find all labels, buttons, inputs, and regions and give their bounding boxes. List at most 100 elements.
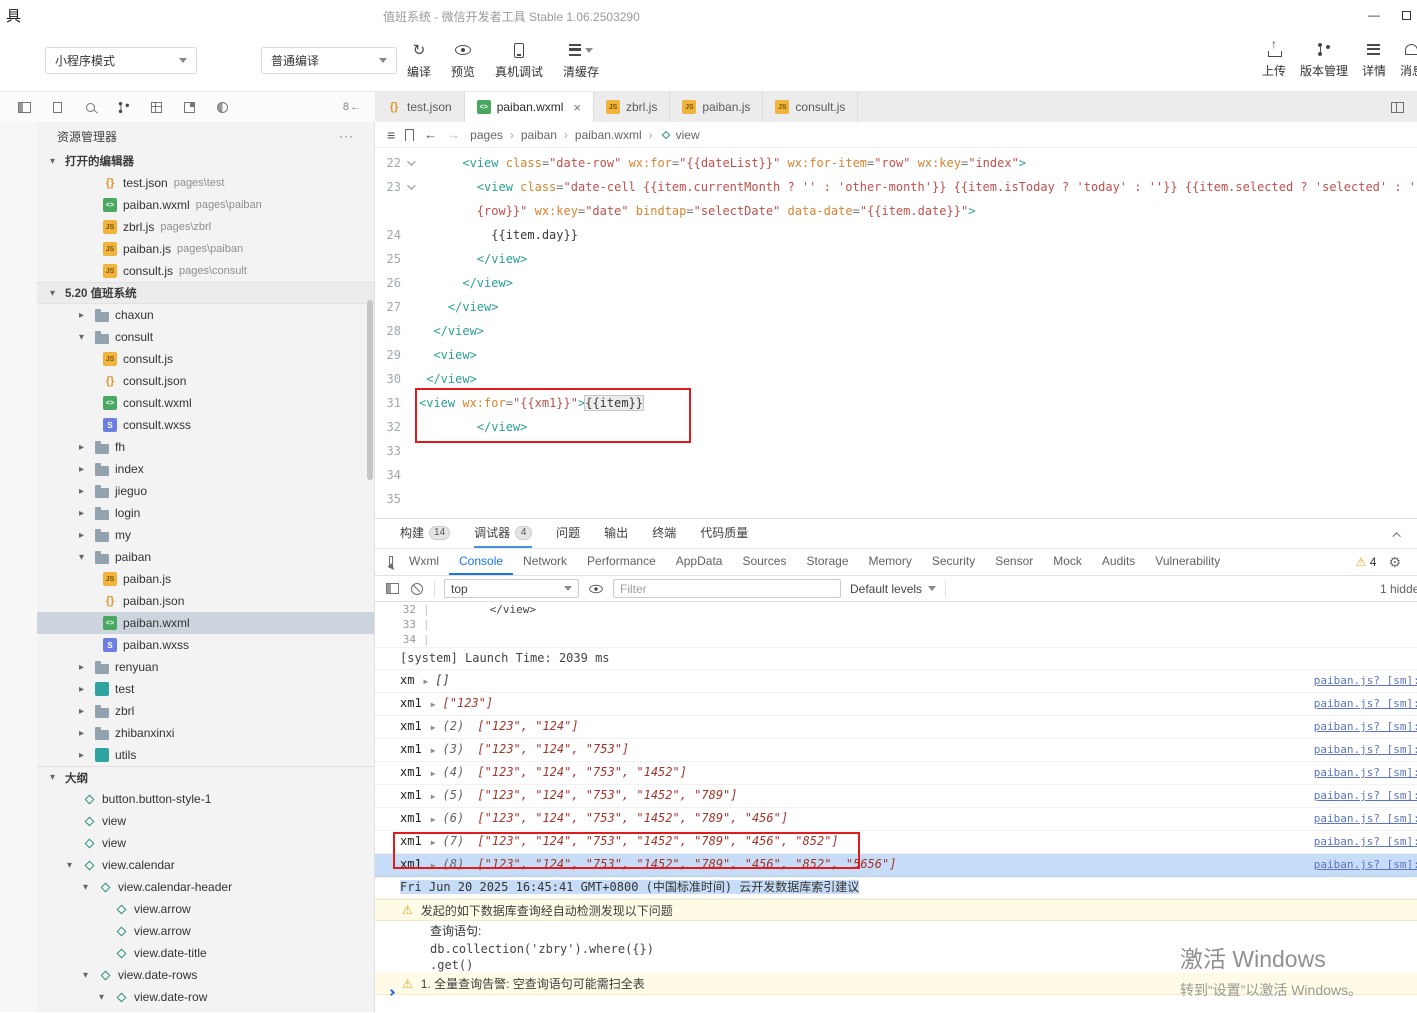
console-log-row[interactable]: xm ▶ [] paiban.js? [sm]:48 bbox=[375, 670, 1417, 693]
console-log-row[interactable]: xm1 ▶ ["123"] paiban.js? [sm]:48 bbox=[375, 693, 1417, 716]
outline-item[interactable]: view.arrow bbox=[37, 920, 374, 942]
console-log-row[interactable]: xm1 ▶ (3) ["123", "124", "753"] paiban.js? … bbox=[375, 739, 1417, 762]
mode-select[interactable]: 小程序模式 bbox=[45, 47, 197, 74]
expand-triangle-icon[interactable]: ▶ bbox=[431, 861, 436, 870]
expand-triangle-icon[interactable]: ▶ bbox=[431, 792, 436, 801]
devtools-tab-security[interactable]: Security bbox=[922, 549, 985, 575]
expand-triangle-icon[interactable]: ▶ bbox=[431, 723, 436, 732]
panel-tab-终端[interactable]: 终端 bbox=[652, 519, 676, 548]
tree-item[interactable]: ▸ renyuan bbox=[37, 656, 374, 678]
open-editor-item[interactable]: <> paiban.wxml pages\paiban bbox=[37, 194, 374, 216]
open-editors-section-header[interactable]: ▾ 打开的编辑器 bbox=[37, 150, 374, 172]
tree-item[interactable]: {} consult.json bbox=[37, 370, 374, 392]
breadcrumb-item[interactable]: paiban.wxml bbox=[575, 128, 642, 142]
preview-button[interactable]: 预览 bbox=[451, 41, 475, 80]
console-input-prompt[interactable] bbox=[387, 984, 396, 998]
version-manage-button[interactable]: 版本管理 bbox=[1300, 40, 1348, 79]
split-editor-button[interactable] bbox=[1389, 99, 1405, 115]
tree-item[interactable]: Sconsult.wxss bbox=[37, 414, 374, 436]
collapse-panel-button[interactable] bbox=[1392, 527, 1401, 541]
tree-item[interactable]: ▸ jieguo bbox=[37, 480, 374, 502]
clear-console-button[interactable] bbox=[409, 581, 425, 597]
outline-item[interactable]: view.arrow bbox=[37, 898, 374, 920]
breadcrumb-item[interactable]: view bbox=[660, 128, 700, 142]
source-link[interactable]: paiban.js? [sm]:48 bbox=[1314, 762, 1417, 783]
details-button[interactable]: 详情 bbox=[1362, 40, 1386, 79]
outline-item[interactable]: button.button-style-1 bbox=[37, 788, 374, 810]
search-button[interactable] bbox=[82, 99, 98, 115]
tree-item[interactable]: <> consult.wxml bbox=[37, 392, 374, 414]
outline-item[interactable]: view.date-title bbox=[37, 942, 374, 964]
messages-button[interactable]: 消息 bbox=[1400, 40, 1417, 79]
expand-triangle-icon[interactable]: ▶ bbox=[431, 700, 436, 709]
tab-consult.js[interactable]: JS consult.js bbox=[763, 92, 859, 122]
source-link[interactable]: paiban.js? [sm]:48 bbox=[1314, 670, 1417, 691]
outline-item[interactable]: ▾ view.calendar-header bbox=[37, 876, 374, 898]
source-link[interactable]: paiban.js? [sm]:48 bbox=[1314, 785, 1417, 806]
outline-item[interactable]: ▾ view.calendar bbox=[37, 854, 374, 876]
menu-icon[interactable]: ≡ bbox=[387, 127, 395, 143]
context-select[interactable]: top bbox=[444, 579, 579, 598]
expand-triangle-icon[interactable]: ▶ bbox=[431, 746, 436, 755]
devtools-tab-memory[interactable]: Memory bbox=[859, 549, 922, 575]
panel-tab-代码质量[interactable]: 代码质量 bbox=[700, 519, 748, 548]
close-icon[interactable]: × bbox=[573, 100, 581, 115]
log-levels-select[interactable]: Default levels bbox=[850, 582, 937, 596]
console-sidebar-button[interactable] bbox=[384, 581, 400, 597]
source-link[interactable]: paiban.js? [sm]:48 bbox=[1314, 831, 1417, 852]
panel-tab-问题[interactable]: 问题 bbox=[556, 519, 580, 548]
source-link[interactable]: paiban.js? [sm]:48 bbox=[1314, 854, 1417, 875]
tree-item[interactable]: ▸ zhibanxinxi bbox=[37, 722, 374, 744]
warnings-indicator[interactable]: ⚠ 4 bbox=[1356, 555, 1377, 569]
devtools-tab-storage[interactable]: Storage bbox=[796, 549, 858, 575]
clear-cache-button[interactable]: 清缓存 bbox=[563, 41, 599, 80]
tree-item[interactable]: ▾ consult bbox=[37, 326, 374, 348]
tree-item[interactable]: {} paiban.json bbox=[37, 590, 374, 612]
minimize-button[interactable]: — bbox=[1359, 0, 1389, 30]
tree-item[interactable]: JS consult.js bbox=[37, 348, 374, 370]
console-log-row[interactable]: xm1 ▶ (7) ["123", "124", "753", "1452", "7… bbox=[375, 831, 1417, 854]
panel-tab-调试器[interactable]: 调试器 4 bbox=[474, 519, 533, 548]
console-timestamp-row[interactable]: Fri Jun 20 2025 16:45:41 GMT+0800 (中国标准时… bbox=[375, 877, 1417, 899]
outline-item[interactable]: view bbox=[37, 810, 374, 832]
devtools-tab-mock[interactable]: Mock bbox=[1043, 549, 1092, 575]
panel-tab-构建[interactable]: 构建 14 bbox=[400, 519, 451, 548]
breadcrumb-item[interactable]: pages bbox=[470, 128, 503, 142]
console-log-row[interactable]: xm1 ▶ (2) ["123", "124"] paiban.js? [sm]:48 bbox=[375, 716, 1417, 739]
source-link[interactable]: paiban.js? [sm]:48 bbox=[1314, 739, 1417, 760]
filter-input[interactable] bbox=[613, 579, 841, 598]
nav-back-button[interactable]: ← bbox=[424, 127, 437, 142]
tree-item[interactable]: <> paiban.wxml bbox=[37, 612, 374, 634]
maximize-button[interactable] bbox=[1391, 0, 1417, 30]
expand-triangle-icon[interactable]: ▶ bbox=[423, 677, 428, 686]
compile-button[interactable]: ↻ 编译 bbox=[407, 41, 431, 80]
inspect-element-button[interactable] bbox=[383, 554, 399, 570]
panel-tab-输出[interactable]: 输出 bbox=[604, 519, 628, 548]
console-log-row[interactable]: xm1 ▶ (5) ["123", "124", "753", "1452", "7… bbox=[375, 785, 1417, 808]
fold-icon[interactable] bbox=[403, 151, 417, 175]
nav-forward-button[interactable]: → bbox=[447, 127, 460, 142]
source-link[interactable]: paiban.js? [sm]:48 bbox=[1314, 808, 1417, 829]
bookmark-icon[interactable] bbox=[404, 128, 415, 142]
console-log-row[interactable]: xm1 ▶ (8) ["123", "124", "753", "1452", "7… bbox=[375, 854, 1417, 877]
expand-triangle-icon[interactable]: ▶ bbox=[431, 815, 436, 824]
git-button[interactable] bbox=[115, 99, 131, 115]
devtools-tab-appdata[interactable]: AppData bbox=[666, 549, 733, 575]
gear-icon[interactable]: ⚙ bbox=[1388, 554, 1401, 571]
tree-item[interactable]: ▾ paiban bbox=[37, 546, 374, 568]
toggle-panel-button[interactable] bbox=[16, 99, 32, 115]
outline-item[interactable]: ▾ view.date-row bbox=[37, 986, 374, 1008]
tab-zbrl.js[interactable]: JS zbrl.js bbox=[594, 92, 671, 122]
tree-item[interactable]: ▸ index bbox=[37, 458, 374, 480]
tree-item[interactable]: ▸ login bbox=[37, 502, 374, 524]
tree-item[interactable]: ▸ zbrl bbox=[37, 700, 374, 722]
compile-select[interactable]: 普通编译 bbox=[261, 47, 397, 74]
upload-button[interactable]: 上传 bbox=[1262, 37, 1286, 79]
open-editor-item[interactable]: {} test.json pages\test bbox=[37, 172, 374, 194]
open-editor-item[interactable]: JS consult.js pages\consult bbox=[37, 260, 374, 282]
breadcrumb-item[interactable]: paiban bbox=[521, 128, 557, 142]
devtools-tab-network[interactable]: Network bbox=[513, 549, 577, 575]
devtools-tab-wxml[interactable]: Wxml bbox=[399, 549, 449, 575]
outline-item[interactable]: view bbox=[37, 832, 374, 854]
expand-triangle-icon[interactable]: ▶ bbox=[431, 838, 436, 847]
